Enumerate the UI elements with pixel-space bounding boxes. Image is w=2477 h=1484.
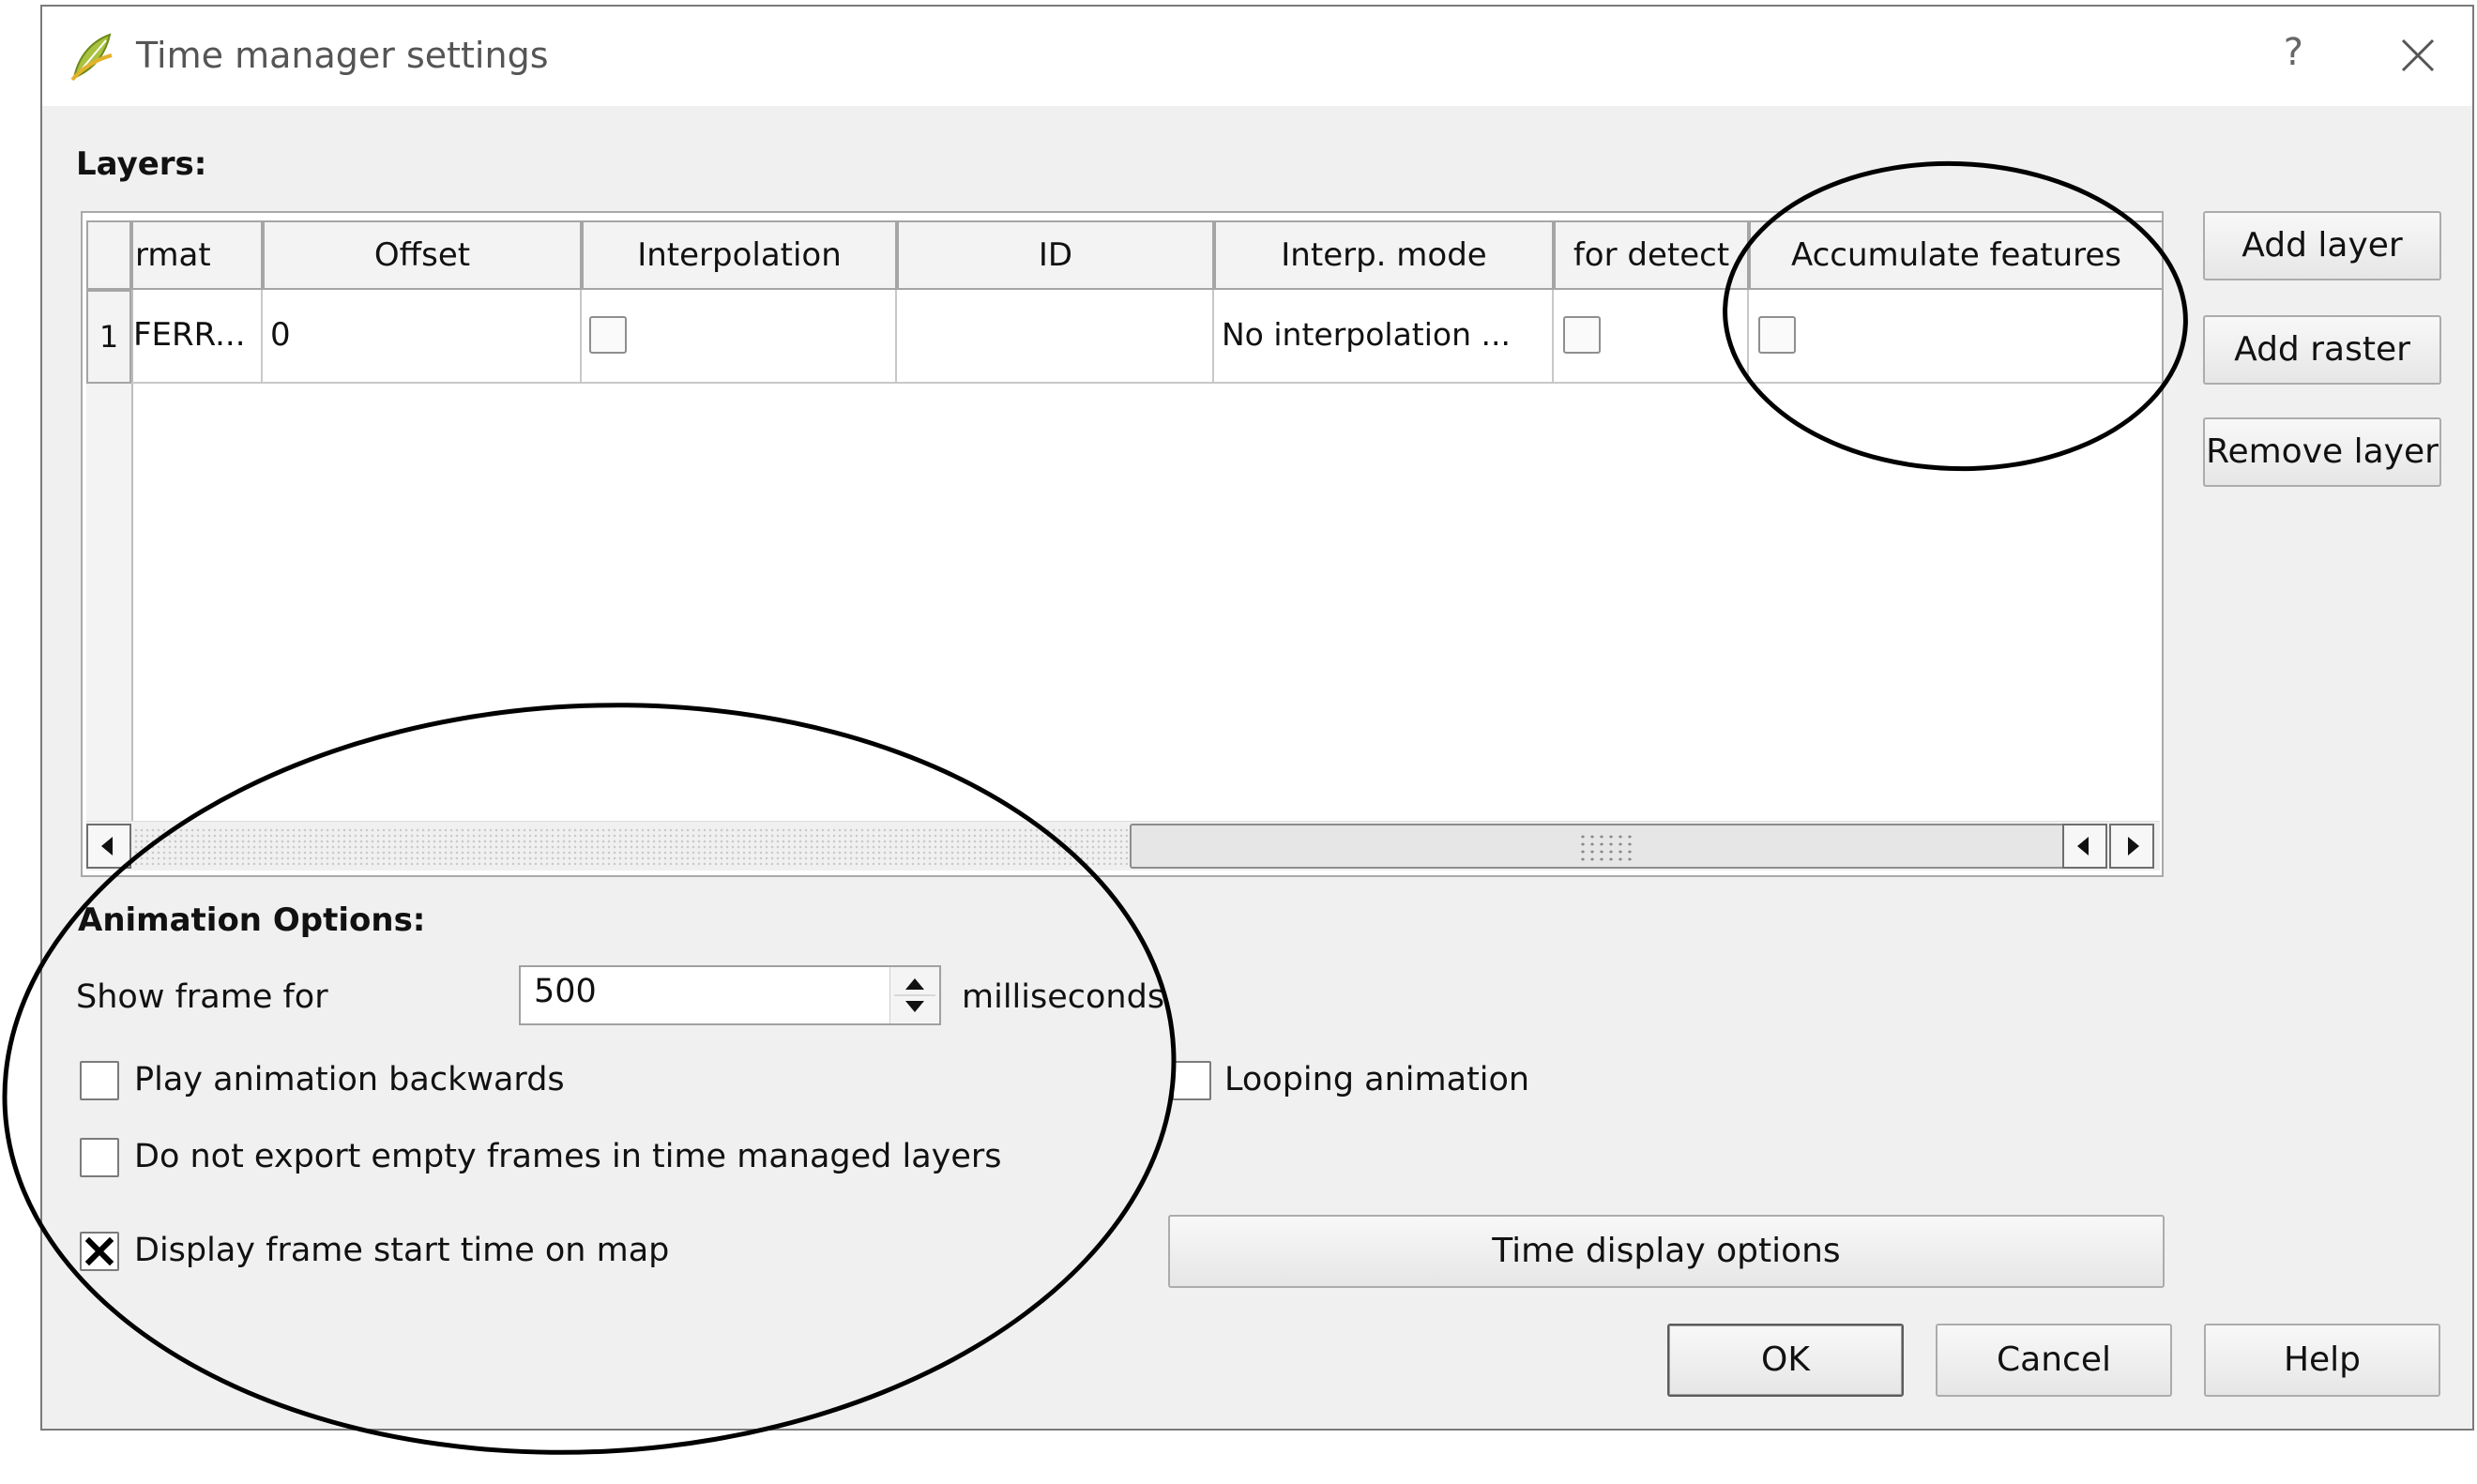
for-detect-checkbox[interactable]: [1563, 316, 1601, 354]
milliseconds-label: milliseconds: [962, 978, 1165, 1016]
window-title: Time manager settings: [136, 35, 549, 76]
play-backwards-label[interactable]: Play animation backwards: [134, 1061, 565, 1098]
scroll-left-button-2[interactable]: [2062, 824, 2107, 869]
row-header-1[interactable]: 1: [86, 290, 131, 384]
spin-up-icon[interactable]: [905, 978, 924, 990]
show-frame-spinbox[interactable]: 500: [519, 965, 941, 1025]
accumulate-features-checkbox[interactable]: [1758, 316, 1796, 354]
show-frame-label: Show frame for: [76, 978, 328, 1016]
help-button[interactable]: Help: [2204, 1324, 2440, 1397]
ok-button[interactable]: OK: [1667, 1324, 1904, 1397]
display-start-time-checkbox[interactable]: [80, 1232, 119, 1271]
no-export-empty-label[interactable]: Do not export empty frames in time manag…: [134, 1138, 1002, 1175]
column-header-format[interactable]: rmat: [131, 220, 263, 290]
looping-animation-label[interactable]: Looping animation: [1224, 1061, 1529, 1098]
column-header-id[interactable]: ID: [897, 220, 1214, 290]
animation-options-label: Animation Options:: [78, 901, 426, 939]
layers-table[interactable]: rmat Offset Interpolation ID Interp. mod…: [81, 211, 2164, 877]
column-header-interpolation[interactable]: Interpolation: [582, 220, 897, 290]
time-display-options-button[interactable]: Time display options: [1168, 1215, 2165, 1288]
cell-offset[interactable]: 0: [263, 290, 582, 384]
horizontal-scrollbar[interactable]: [86, 821, 2160, 871]
column-header-accumulate-features[interactable]: Accumulate features: [1749, 220, 2162, 290]
scroll-thumb[interactable]: [1130, 824, 2087, 869]
corner-header[interactable]: [86, 220, 131, 290]
checkmark-x-icon: [84, 1236, 114, 1266]
remove-layer-button[interactable]: Remove layer: [2203, 417, 2441, 487]
qgis-leaf-icon: [70, 33, 113, 82]
column-header-for-detect[interactable]: for detect: [1554, 220, 1749, 290]
cancel-button[interactable]: Cancel: [1936, 1324, 2172, 1397]
column-header-interp-mode[interactable]: Interp. mode: [1214, 220, 1554, 290]
cell-accumulate-features[interactable]: [1749, 290, 2162, 384]
title-bar: Time manager settings ?: [42, 7, 2472, 106]
scroll-left-arrow-icon: [101, 837, 113, 856]
display-start-time-label[interactable]: Display frame start time on map: [134, 1232, 669, 1269]
scroll-right-button[interactable]: [2109, 824, 2154, 869]
cell-id[interactable]: [897, 290, 1214, 384]
cell-interp-mode[interactable]: No interpolation ...: [1214, 290, 1554, 384]
scroll-track[interactable]: [133, 827, 1130, 865]
add-raster-button[interactable]: Add raster: [2203, 315, 2441, 385]
scroll-left-button[interactable]: [86, 824, 131, 869]
scroll-grip-icon: [1578, 833, 1634, 861]
add-layer-button[interactable]: Add layer: [2203, 211, 2441, 280]
play-backwards-checkbox[interactable]: [80, 1061, 119, 1100]
interpolation-checkbox[interactable]: [589, 316, 627, 354]
scroll-left-arrow-icon: [2077, 837, 2089, 856]
column-header-offset[interactable]: Offset: [263, 220, 582, 290]
close-icon[interactable]: [2392, 29, 2444, 82]
spinbox-arrows[interactable]: [889, 967, 939, 1023]
time-manager-settings-dialog: Time manager settings ? Layers: rmat Off…: [40, 5, 2474, 1431]
cell-for-detect[interactable]: [1554, 290, 1749, 384]
help-glyph[interactable]: ?: [2284, 31, 2303, 74]
scroll-right-arrow-icon: [2128, 837, 2139, 856]
cell-format[interactable]: FERR...: [131, 290, 263, 384]
looping-animation-checkbox[interactable]: [1172, 1061, 1211, 1100]
cell-interpolation[interactable]: [582, 290, 897, 384]
layers-label: Layers:: [76, 145, 207, 183]
show-frame-value[interactable]: 500: [534, 973, 597, 1010]
no-export-empty-checkbox[interactable]: [80, 1138, 119, 1177]
spin-down-icon[interactable]: [905, 1001, 924, 1012]
